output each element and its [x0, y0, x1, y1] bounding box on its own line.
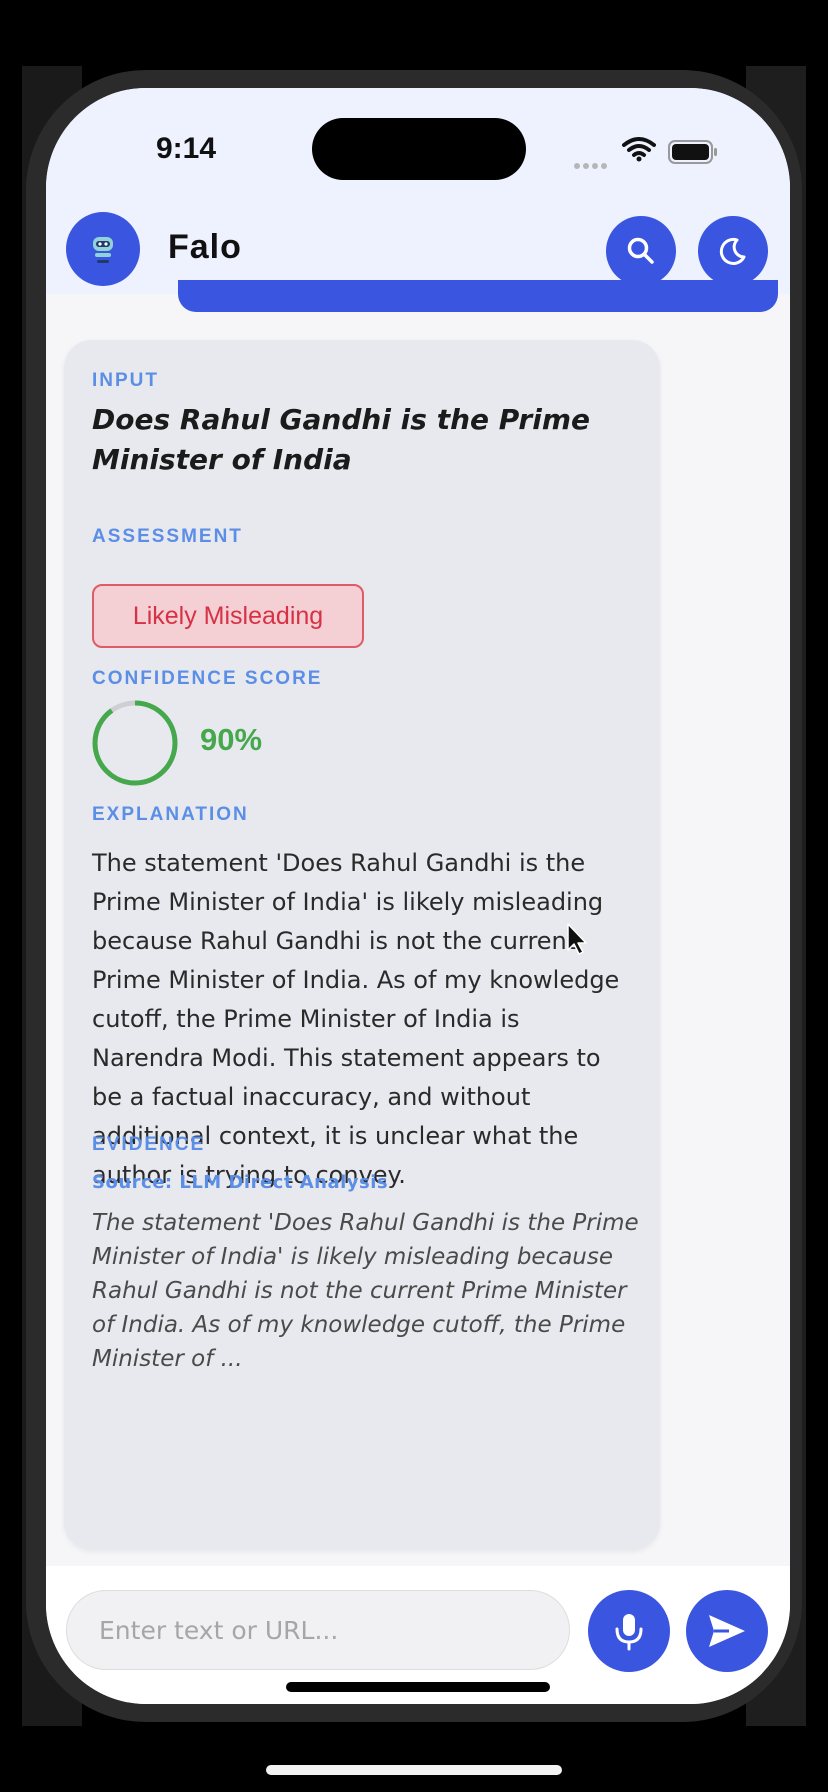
outer-home-indicator	[266, 1765, 562, 1775]
mouse-cursor-icon	[566, 922, 588, 960]
input-text: Does Rahul Gandhi is the Prime Minister …	[92, 403, 590, 476]
robot-icon	[66, 212, 140, 286]
microphone-icon	[615, 1614, 643, 1651]
app-title: Falo	[168, 228, 242, 266]
evidence-text: The statement 'Does Rahul Gandhi is the …	[92, 1210, 639, 1372]
microphone-button[interactable]	[588, 1590, 670, 1672]
battery-icon	[668, 140, 718, 168]
send-icon	[709, 1615, 745, 1647]
status-bar: 9:14	[46, 88, 790, 208]
confidence-value: 90%	[200, 722, 263, 757]
cellular-signal-icon	[574, 154, 610, 173]
evidence-source: Source: LLM Direct Analysis	[92, 1172, 389, 1193]
user-message-bubble	[178, 280, 778, 312]
assessment-label: ASSESSMENT	[92, 526, 243, 547]
wifi-icon	[622, 136, 656, 166]
dynamic-island	[312, 118, 526, 180]
explanation-label: EXPLANATION	[92, 804, 249, 825]
input-label: INPUT	[92, 370, 159, 391]
search-button[interactable]	[606, 216, 676, 286]
moon-icon	[719, 237, 746, 265]
message-input[interactable]	[66, 1590, 570, 1670]
status-time: 9:14	[156, 132, 217, 165]
search-icon	[627, 237, 654, 264]
home-indicator	[286, 1682, 550, 1692]
send-button[interactable]	[686, 1590, 768, 1672]
theme-toggle-button[interactable]	[698, 216, 768, 286]
confidence-ring-arc	[92, 700, 178, 786]
phone-screen: 9:14 Falo INPUT Does Rahul Gandhi is the…	[46, 88, 790, 1704]
confidence-label: CONFIDENCE SCORE	[92, 668, 323, 689]
assessment-badge: Likely Misleading	[92, 584, 364, 648]
confidence-ring	[90, 698, 180, 792]
evidence-label: EVIDENCE	[92, 1134, 206, 1155]
